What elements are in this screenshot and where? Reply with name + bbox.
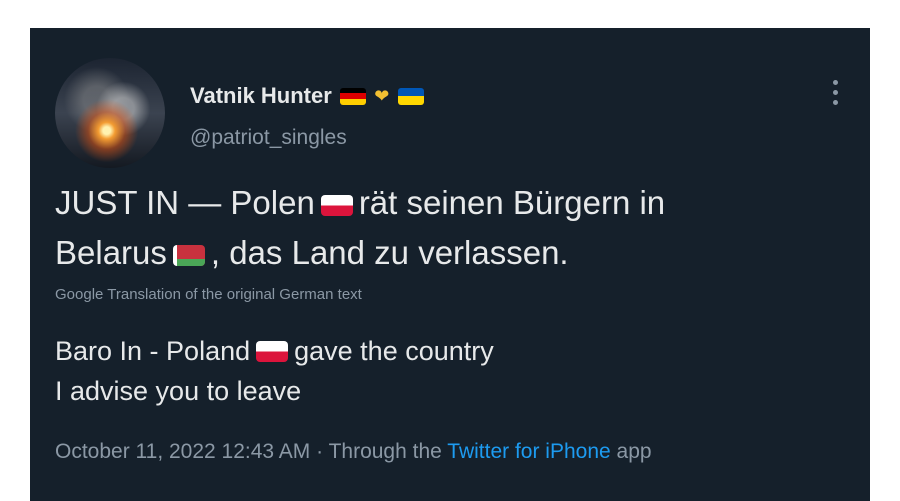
belarus-flag-icon bbox=[172, 245, 205, 266]
tweet-card: Vatnik Hunter ❤ @patriot_singles JUST IN… bbox=[30, 28, 870, 501]
tweet-line-2-after: , das Land zu verlassen. bbox=[210, 234, 569, 271]
tweet-line-1: JUST IN — Polen rät seinen Bürgern in bbox=[55, 178, 845, 228]
tweet-line-1-after: rät seinen Bürgern in bbox=[358, 184, 666, 221]
tweet-text: JUST IN — Polen rät seinen Bürgern in Bel… bbox=[55, 178, 845, 278]
tweet-line-1-before: JUST IN — Polen bbox=[55, 184, 315, 221]
tweet-line-2: Belarus , das Land zu verlassen. bbox=[55, 228, 845, 278]
poland-flag-icon bbox=[256, 341, 289, 362]
translated-line-1-before: Baro In - Poland bbox=[55, 336, 251, 366]
more-vertical-icon[interactable] bbox=[830, 80, 840, 105]
meta-suffix: app bbox=[616, 440, 652, 463]
germany-flag-icon bbox=[339, 87, 366, 105]
tweet-line-2-before: Belarus bbox=[55, 234, 167, 271]
source-app-link[interactable]: Twitter for iPhone bbox=[447, 440, 610, 463]
handle-at: @ bbox=[190, 126, 212, 149]
poland-flag-icon bbox=[320, 195, 353, 216]
translated-line-2: I advise you to leave bbox=[55, 376, 302, 406]
handle-text: patriot_singles bbox=[211, 126, 347, 149]
ukraine-flag-icon bbox=[397, 87, 424, 105]
translation-label[interactable]: Google Translation of the original Germa… bbox=[55, 286, 362, 303]
timestamp[interactable]: October 11, 2022 12:43 AM · Through the bbox=[55, 440, 442, 463]
avatar[interactable] bbox=[55, 58, 165, 168]
name-flags: ❤ bbox=[339, 85, 424, 106]
translated-text: Baro In - Poland gave the country I advis… bbox=[55, 331, 845, 411]
translated-line-1-middle: gave the country bbox=[294, 336, 494, 366]
translated-line-1: Baro In - Poland gave the country bbox=[55, 331, 845, 371]
author-row: Vatnik Hunter ❤ bbox=[190, 83, 424, 109]
display-name[interactable]: Vatnik Hunter bbox=[190, 83, 332, 109]
handshake-icon: ❤ bbox=[374, 85, 390, 106]
user-handle[interactable]: @patriot_singles bbox=[190, 126, 347, 150]
tweet-meta: October 11, 2022 12:43 AM · Through the … bbox=[55, 440, 652, 464]
